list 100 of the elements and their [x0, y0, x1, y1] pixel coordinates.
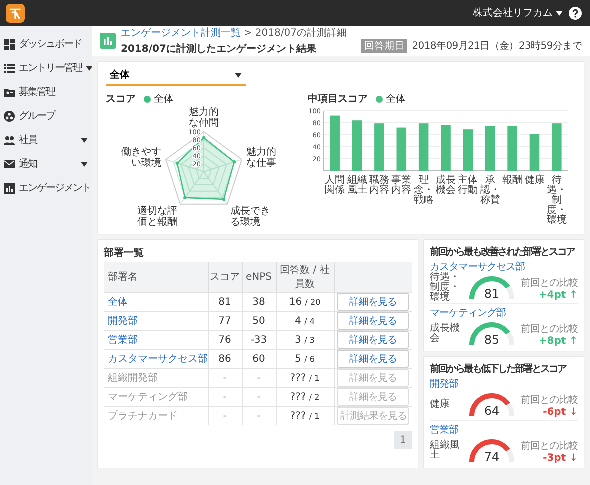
- people-icon: [4, 134, 15, 146]
- gauge: [467, 275, 517, 301]
- table-cell: ??? / 1: [276, 406, 334, 425]
- score-change: +4pt ↑: [538, 290, 578, 300]
- table-cell: 3 / 3: [276, 330, 334, 350]
- logo-icon[interactable]: [6, 4, 25, 22]
- column-header: スコア: [208, 262, 242, 292]
- legend-label: 全体: [386, 93, 406, 106]
- column-header: 回答数 / 社員数: [276, 262, 334, 292]
- dashboard-icon: [4, 38, 15, 50]
- sidebar-item[interactable]: 通知: [0, 152, 92, 176]
- gauge: [467, 321, 517, 347]
- compare-label: 前回との比較: [521, 276, 578, 290]
- department-name: プラチナカード: [108, 411, 178, 422]
- sidebar-item[interactable]: 社員: [0, 128, 92, 152]
- sidebar-item[interactable]: 募集管理: [0, 80, 92, 104]
- bar: [374, 124, 384, 171]
- department-link[interactable]: 開発部: [108, 316, 138, 327]
- department-name: マーケティング部: [108, 392, 188, 403]
- table-cell: 38: [242, 292, 276, 312]
- axis-label: 主体行動: [457, 176, 480, 196]
- axis-label: 待遇・制度・環境: [546, 176, 568, 226]
- score-change: -6pt ↓: [543, 406, 578, 418]
- axis-label: 成長機会: [435, 176, 458, 196]
- page-button[interactable]: 1: [394, 431, 412, 449]
- table-cell: -: [208, 406, 242, 425]
- page-title: 2018/07に計測したエンゲージメント結果: [121, 42, 318, 56]
- axis-label: 健康: [524, 176, 546, 186]
- compare-label: 前回との比較: [521, 394, 578, 406]
- score-value: 64: [483, 405, 501, 418]
- section-title: 部署一覧: [104, 246, 145, 261]
- chart-icon: [4, 182, 15, 194]
- table-cell: 76: [208, 330, 242, 350]
- chart-title: スコア: [106, 93, 136, 106]
- bar: [352, 120, 362, 171]
- compare-label: 前回との比較: [521, 322, 578, 336]
- axis-label: 理念・戦略: [412, 176, 435, 206]
- bar: [485, 126, 496, 171]
- table-cell: ??? / 1: [276, 368, 334, 388]
- score-item: 待遇・制度・環境: [430, 273, 461, 303]
- chart-icon: [100, 33, 116, 49]
- score-value: 81: [483, 288, 501, 301]
- score-value: 74: [483, 451, 501, 464]
- score-change: -3pt ↓: [543, 452, 578, 464]
- sidebar-item[interactable]: エンゲージメント: [0, 176, 92, 200]
- score-change: +8pt ↑: [538, 336, 578, 346]
- axis-label: 事業内容: [390, 176, 413, 196]
- detail-button[interactable]: 詳細を見る: [337, 350, 410, 368]
- score-item: 健康: [430, 400, 451, 410]
- axis-label: 組織風土: [346, 176, 368, 196]
- detail-button[interactable]: 詳細を見る: [337, 312, 410, 330]
- caret-icon: [556, 10, 563, 16]
- axis-label: 魅力的な仲間: [189, 107, 219, 130]
- gauge: [467, 438, 517, 464]
- bar: [508, 126, 518, 171]
- bar: [330, 116, 340, 171]
- section-title: 前回から最も改善された部署とスコア: [430, 245, 576, 258]
- score-item: 成長機会: [430, 324, 461, 344]
- sidebar-item[interactable]: エントリー管理: [0, 56, 92, 80]
- department-link[interactable]: 全体: [108, 297, 128, 308]
- department-link[interactable]: 営業部: [430, 425, 458, 436]
- table-cell: 86: [208, 350, 242, 368]
- axis-label: 承認・称賛: [479, 176, 502, 206]
- table-cell: 60: [242, 350, 276, 368]
- table-cell: 4 / 4: [276, 312, 334, 330]
- department-link[interactable]: 営業部: [108, 335, 138, 346]
- group-icon: [4, 110, 15, 122]
- department-link[interactable]: マーケティング部: [430, 308, 506, 319]
- bar: [552, 124, 562, 171]
- score-value: 85: [483, 334, 501, 347]
- department-link[interactable]: カスタマーサクセス部: [108, 354, 208, 365]
- table-cell: -: [208, 388, 242, 406]
- table-cell: ??? / 2: [276, 388, 334, 406]
- detail-button[interactable]: 詳細を見る: [337, 293, 410, 311]
- company-menu[interactable]: 株式会社リフカム: [473, 6, 563, 20]
- department-link[interactable]: 開発部: [430, 379, 458, 390]
- bar: [441, 125, 451, 171]
- axis-label: 成長できる環境: [230, 206, 270, 228]
- table-cell: 77: [208, 312, 242, 330]
- detail-button[interactable]: 詳細を見る: [337, 331, 410, 349]
- breadcrumb-link[interactable]: エンゲージメント計測一覧: [121, 26, 241, 40]
- sidebar-item[interactable]: グループ: [0, 104, 92, 128]
- table-cell: -: [242, 388, 276, 406]
- table-cell: -: [242, 368, 276, 388]
- breadcrumb-separator: >: [244, 28, 252, 38]
- breadcrumb-current: 2018/07の計測詳細: [255, 26, 347, 40]
- table-cell: 16 / 20: [276, 292, 334, 312]
- sidebar-item[interactable]: ダッシュボード: [0, 32, 92, 56]
- bar: [418, 124, 429, 171]
- data-point: [222, 198, 226, 202]
- table-cell: -: [242, 406, 276, 425]
- table-cell: -33: [242, 330, 276, 350]
- mail-icon: [4, 158, 15, 170]
- help-icon[interactable]: [569, 6, 582, 20]
- department-link[interactable]: カスタマーサクセス部: [430, 262, 525, 273]
- compare-label: 前回との比較: [521, 440, 578, 452]
- table-cell: 50: [242, 312, 276, 330]
- data-point: [176, 162, 179, 165]
- folder-icon: [4, 86, 15, 98]
- deadline-text: 2018年09月21日（金）23時59分まで: [412, 40, 582, 53]
